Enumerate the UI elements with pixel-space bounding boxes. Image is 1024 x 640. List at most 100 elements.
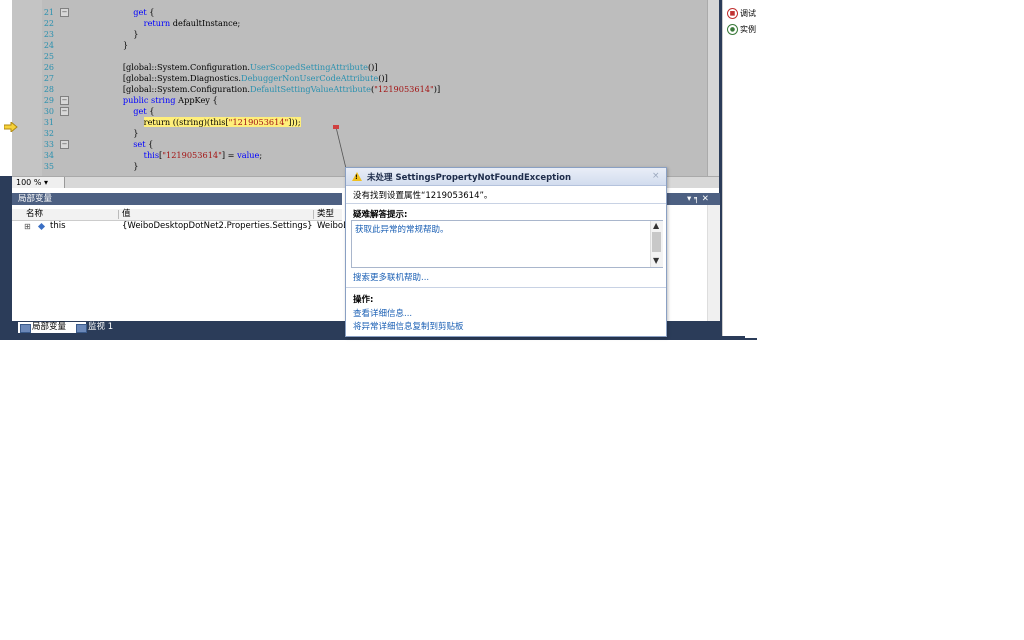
line-number: 34 — [43, 151, 54, 160]
ide-frame-left — [0, 176, 12, 340]
locals-window-icon — [20, 324, 31, 333]
locals-column-headers: 名称 值 类型 — [12, 209, 342, 221]
toolbox-item-label: 调试 — [740, 9, 756, 18]
line-number: 26 — [43, 63, 54, 72]
code-line[interactable]: } — [102, 29, 138, 40]
chevron-down-icon[interactable]: ▼ — [653, 256, 659, 265]
search-online-help-link[interactable]: 搜索更多联机帮助... — [353, 271, 429, 283]
code-line[interactable]: } — [102, 40, 128, 51]
locals-panel-title[interactable]: 局部变量 — [12, 193, 342, 205]
current-statement-arrow-icon — [3, 120, 18, 134]
code-token: ; — [259, 150, 263, 160]
warning-icon-mark: ! — [355, 174, 358, 181]
zoom-dropdown[interactable]: 100 % ▾ — [12, 177, 65, 188]
code-line[interactable]: [global::System.Configuration.UserScoped… — [102, 62, 378, 73]
tab-watch[interactable]: 监视 1 — [74, 322, 138, 333]
output-panel-scrollbar[interactable] — [707, 205, 720, 321]
collapse-icon[interactable]: − — [60, 96, 69, 105]
code-token: } — [102, 40, 129, 50]
code-line[interactable]: return defaultInstance; — [102, 18, 241, 29]
code-line[interactable]: set { — [102, 139, 153, 150]
copy-exception-detail-link[interactable]: 将异常详细信息复制到剪贴板 — [353, 320, 464, 332]
chevron-up-icon[interactable]: ▲ — [653, 221, 659, 230]
table-row[interactable]: ⊞ this {WeiboDesktopDotNet2.Properties.S… — [12, 221, 350, 232]
ide-frame-bottom — [12, 338, 757, 340]
column-divider[interactable] — [118, 210, 119, 219]
scrollbar-thumb[interactable] — [652, 232, 661, 252]
variable-name: this — [50, 221, 66, 231]
toolbox-item-debug[interactable]: ■ 调试 — [727, 8, 756, 19]
line-number: 30 — [43, 107, 54, 116]
actions-heading: 操作: — [353, 295, 374, 305]
code-token: { — [146, 106, 155, 116]
code-line[interactable]: this["1219053614"] = value; — [102, 150, 263, 161]
panel-controls-icon[interactable]: ▾ ╕ ✕ — [687, 193, 709, 205]
exception-title: 未处理 SettingsPropertyNotFoundException — [367, 173, 572, 183]
code-token: [global::System.Configuration. — [102, 84, 250, 94]
code-token: ()] — [378, 73, 388, 83]
toolbox-item-instance[interactable]: ● 实例 — [727, 24, 756, 35]
search-icon: ● — [727, 24, 738, 35]
line-number: 25 — [43, 52, 54, 61]
tips-scrollbar[interactable]: ▲ ▼ — [650, 221, 663, 267]
collapse-icon[interactable]: − — [60, 8, 69, 17]
code-token: return — [143, 18, 171, 28]
exception-dialog-header[interactable]: ! 未处理 SettingsPropertyNotFoundException … — [346, 168, 666, 186]
code-token: { — [146, 7, 155, 17]
line-number: 24 — [43, 41, 54, 50]
code-line[interactable]: get { — [102, 7, 154, 18]
view-detail-link[interactable]: 查看详细信息... — [353, 307, 412, 319]
code-token: "1219053614" — [228, 117, 289, 127]
output-panel-title[interactable]: ▾ ╕ ✕ — [665, 193, 720, 205]
code-token: } — [102, 161, 139, 171]
column-header-name[interactable]: 名称 — [26, 209, 43, 220]
line-number: 32 — [43, 129, 54, 138]
collapse-icon[interactable]: − — [60, 140, 69, 149]
troubleshooting-tips-list[interactable]: 获取此异常的常规帮助。 ▲ ▼ — [351, 220, 663, 268]
code-line[interactable]: [global::System.Configuration.DefaultSet… — [102, 84, 440, 95]
locals-title-text: 局部变量 — [18, 194, 53, 204]
code-token: [global::System.Diagnostics. — [102, 73, 242, 83]
code-line[interactable]: } — [102, 161, 138, 172]
code-token: DefaultSettingValueAttribute — [249, 84, 371, 94]
code-token: AppKey { — [175, 95, 218, 105]
general-help-link[interactable]: 获取此异常的常规帮助。 — [355, 223, 449, 235]
code-token: "1219053614" — [374, 84, 434, 94]
watch-window-icon — [76, 324, 87, 333]
code-token: ])); — [288, 117, 301, 127]
code-token: } — [102, 29, 139, 39]
code-token: ()] — [367, 62, 378, 72]
code-editor[interactable]: 21− get {22 return defaultInstance; 23 } 2… — [12, 0, 719, 176]
code-line[interactable]: public string AppKey { — [102, 95, 218, 106]
line-number: 31 — [43, 118, 54, 127]
column-header-value[interactable]: 值 — [122, 209, 131, 220]
line-number: 28 — [43, 85, 54, 94]
code-line[interactable]: [global::System.Diagnostics.DebuggerNonU… — [102, 73, 388, 84]
expand-icon[interactable]: ⊞ — [24, 221, 31, 232]
code-line[interactable]: return ((string)(this["1219053614"])); — [102, 117, 301, 128]
code-token: ] = — [221, 150, 238, 160]
line-number: 21 — [43, 8, 54, 17]
zoom-value: 100 % — [16, 178, 42, 187]
code-line[interactable]: get { — [102, 106, 154, 117]
code-token: get — [133, 106, 147, 116]
toolbox-item-label: 实例 — [740, 25, 756, 34]
code-token: return ((string)(this[ — [143, 117, 229, 127]
close-icon[interactable]: × — [652, 171, 660, 181]
line-number: 33 — [43, 140, 54, 149]
tab-watch-label: 监视 1 — [88, 322, 114, 332]
code-token: )] — [433, 84, 441, 94]
divider — [346, 287, 666, 288]
column-header-type[interactable]: 类型 — [317, 209, 334, 220]
column-divider[interactable] — [313, 210, 314, 219]
collapse-icon[interactable]: − — [60, 107, 69, 116]
chevron-down-icon: ▾ — [43, 178, 48, 187]
code-token: defaultInstance; — [170, 18, 241, 28]
troubleshooting-heading: 疑难解答提示: — [353, 210, 408, 220]
code-line[interactable]: } — [102, 128, 138, 139]
